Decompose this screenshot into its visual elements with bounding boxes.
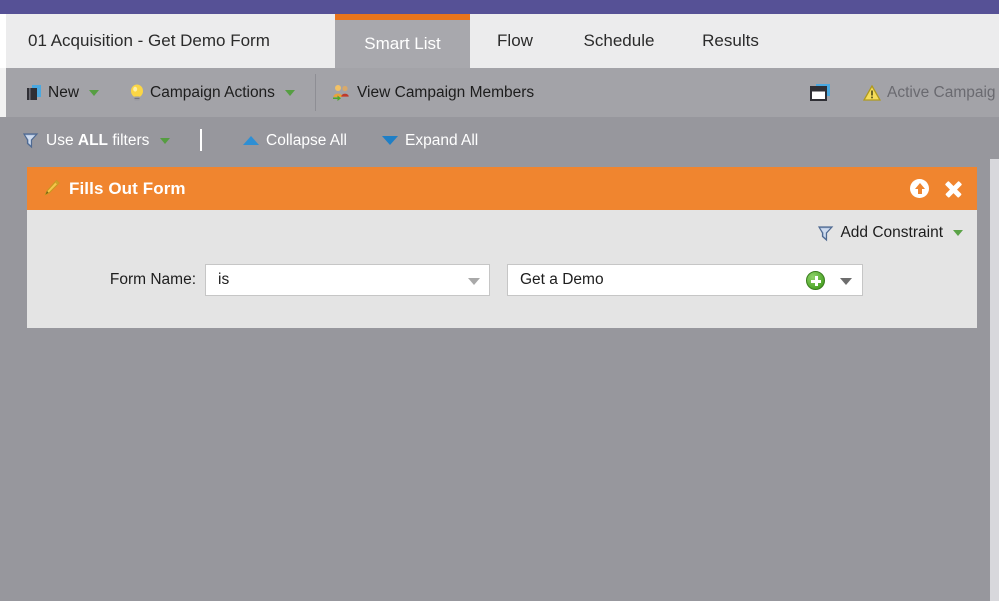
filter-card-actions — [910, 167, 963, 210]
use-all-filters-label: Use ALL filters — [46, 131, 150, 149]
green-plus-icon[interactable] — [806, 271, 825, 290]
tab-schedule[interactable]: Schedule — [560, 14, 678, 68]
funnel-icon — [817, 225, 834, 242]
tab-schedule-label: Schedule — [583, 31, 655, 50]
active-campaign-label: Active Campaig — [887, 83, 996, 101]
people-group-icon — [332, 84, 351, 101]
campaign-toolbar: New Campaign Actions View Campaign Membe… — [0, 68, 999, 117]
triangle-down-icon — [382, 136, 398, 145]
tab-results-label: Results — [702, 31, 759, 50]
vertical-scrollbar-track[interactable] — [990, 117, 999, 601]
add-constraint-button[interactable]: Add Constraint — [817, 224, 963, 242]
operator-select[interactable]: is — [205, 264, 490, 296]
smart-list-filter-bar: Use ALL filters Collapse All Expand All — [0, 117, 999, 164]
tab-results[interactable]: Results — [678, 14, 783, 68]
triangle-up-icon — [243, 136, 259, 145]
view-campaign-members-label: View Campaign Members — [357, 83, 535, 101]
campaign-actions-label: Campaign Actions — [150, 83, 275, 101]
tab-flow[interactable]: Flow — [470, 14, 560, 68]
tab-smart-list[interactable]: Smart List — [335, 14, 470, 68]
form-name-value: Get a Demo — [520, 271, 604, 288]
view-campaign-members-button[interactable]: View Campaign Members — [332, 68, 534, 117]
scrollbar-top-spacer — [990, 117, 999, 159]
filter-card-title: Fills Out Form — [69, 178, 186, 198]
panel-toggle-button[interactable] — [810, 68, 832, 117]
operator-select-value: is — [218, 271, 230, 288]
tab-smart-list-label: Smart List — [364, 34, 441, 53]
warning-triangle-icon — [863, 84, 881, 101]
tab-strip: 01 Acquisition - Get Demo Form Smart Lis… — [0, 14, 999, 68]
add-constraint-label: Add Constraint — [840, 224, 943, 241]
funnel-icon — [22, 132, 39, 149]
campaign-title-tab[interactable]: 01 Acquisition - Get Demo Form — [6, 14, 335, 68]
expand-all-label: Expand All — [405, 131, 479, 149]
campaign-actions-button[interactable]: Campaign Actions — [130, 68, 295, 117]
chevron-down-icon[interactable] — [89, 89, 100, 96]
expand-all-button[interactable]: Expand All — [382, 117, 478, 164]
filter-bar-divider — [200, 129, 202, 151]
close-x-icon[interactable] — [943, 179, 963, 199]
pencil-edit-icon — [41, 178, 61, 198]
new-button[interactable]: New — [26, 68, 100, 117]
filter-card-fills-out-form: Fills Out Form Add Constraint Form Name:… — [27, 167, 977, 328]
lightbulb-icon — [130, 84, 144, 102]
chevron-down-icon[interactable] — [160, 137, 171, 144]
browser-chrome-bar — [0, 0, 999, 14]
chevron-down-icon[interactable] — [284, 89, 295, 96]
window-panel-icon — [810, 83, 832, 102]
chevron-down-icon[interactable] — [468, 278, 480, 285]
tab-flow-label: Flow — [497, 31, 533, 50]
chevron-down-icon[interactable] — [840, 278, 852, 285]
toolbar-divider — [315, 74, 316, 111]
chevron-down-icon[interactable] — [953, 230, 963, 236]
collapse-all-button[interactable]: Collapse All — [243, 117, 347, 164]
filter-card-header[interactable]: Fills Out Form — [27, 167, 977, 210]
campaign-title-label: 01 Acquisition - Get Demo Form — [28, 31, 270, 50]
collapse-all-label: Collapse All — [266, 131, 347, 149]
use-all-filters-button[interactable]: Use ALL filters — [22, 117, 171, 164]
new-button-label: New — [48, 83, 80, 101]
form-name-value-select[interactable]: Get a Demo — [507, 264, 863, 296]
criteria-label: Form Name: — [109, 271, 196, 288]
criteria-row: Form Name: is Get a Demo — [27, 263, 977, 297]
new-document-icon — [26, 84, 42, 101]
circle-up-arrow-icon[interactable] — [910, 179, 929, 198]
toolbar-left-edge — [0, 68, 6, 117]
filter-card-body: Add Constraint Form Name: is Get a Demo — [27, 210, 977, 328]
filter-bar-left-edge — [0, 117, 6, 164]
active-campaign-status: Active Campaig — [863, 68, 996, 117]
